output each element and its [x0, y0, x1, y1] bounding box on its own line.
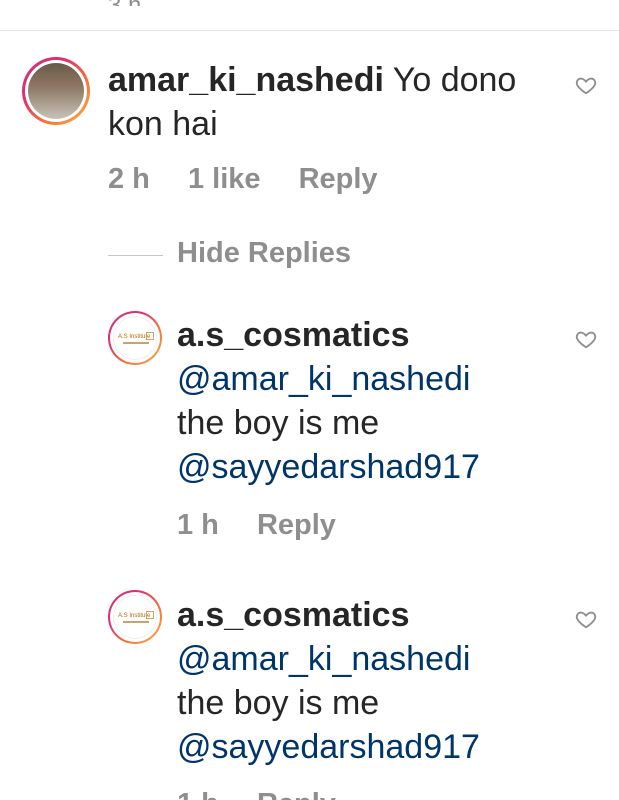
- heart-icon[interactable]: [575, 74, 597, 96]
- reply-username[interactable]: a.s_cosmatics: [177, 316, 410, 354]
- heart-icon[interactable]: [575, 328, 597, 350]
- avatar[interactable]: [22, 57, 90, 125]
- reply-username[interactable]: a.s_cosmatics: [177, 596, 410, 634]
- divider: [0, 30, 619, 31]
- brand-logo: A.S Institute: [113, 595, 157, 639]
- mention-link[interactable]: @amar_ki_nashedi: [177, 360, 470, 398]
- heart-icon[interactable]: [575, 608, 597, 630]
- comment-body-line1: Yo dono: [392, 61, 517, 99]
- brand-logo: A.S Institute: [113, 316, 157, 360]
- avatar[interactable]: A.S Institute: [108, 590, 162, 644]
- comment-time: 2 h: [108, 163, 150, 195]
- profile-photo: [28, 63, 84, 119]
- comment-likes[interactable]: 1 like: [188, 163, 261, 195]
- divider: [108, 255, 163, 256]
- previous-comment-meta: 3 h: [108, 0, 141, 6]
- comment-username[interactable]: amar_ki_nashedi: [108, 61, 384, 99]
- mention-link[interactable]: @sayyedarshad917: [177, 448, 480, 486]
- reply-time: 1 h: [177, 788, 219, 800]
- mention-link[interactable]: @sayyedarshad917: [177, 728, 480, 766]
- avatar[interactable]: A.S Institute: [108, 311, 162, 365]
- reply-meta: 1 h Reply: [177, 788, 366, 800]
- reply-body: the boy is me: [177, 684, 380, 722]
- reply-button[interactable]: Reply: [257, 788, 336, 800]
- comment-text: amar_ki_nashedi Yo dono kon hai: [108, 58, 568, 146]
- hide-replies-button[interactable]: Hide Replies: [177, 237, 351, 270]
- reply-meta: 1 h Reply: [177, 509, 366, 542]
- comment-body-line2: kon hai: [108, 105, 218, 143]
- reply-button[interactable]: Reply: [257, 509, 336, 541]
- reply-text: a.s_cosmatics @amar_ki_nashedi the boy i…: [177, 313, 577, 489]
- reply-time: 1 h: [177, 509, 219, 541]
- comment-meta: 2 h 1 like Reply: [108, 163, 408, 196]
- reply-button[interactable]: Reply: [299, 163, 378, 195]
- mention-link[interactable]: @amar_ki_nashedi: [177, 640, 470, 678]
- reply-body: the boy is me: [177, 404, 380, 442]
- reply-text: a.s_cosmatics @amar_ki_nashedi the boy i…: [177, 593, 577, 769]
